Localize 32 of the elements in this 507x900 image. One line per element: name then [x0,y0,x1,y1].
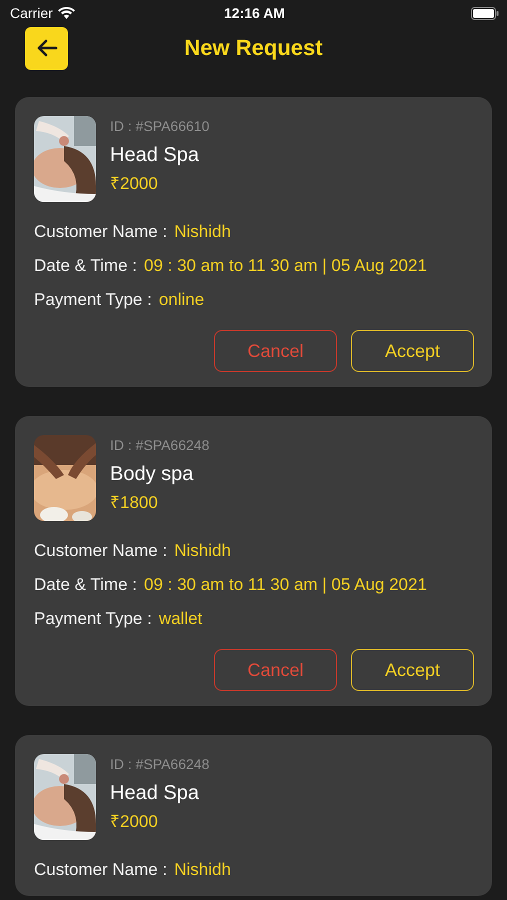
request-id: ID : #SPA66610 [110,118,210,136]
field-label: Date & Time : [34,255,137,277]
status-time: 12:16 AM [224,5,285,21]
field-label: Payment Type : [34,608,152,630]
field-value: Nishidh [174,221,231,243]
field-label: Date & Time : [34,574,137,596]
accept-button[interactable]: Accept [351,649,474,691]
service-price: ₹2000 [110,811,159,833]
wifi-icon [58,7,75,19]
service-name: Body spa [110,462,194,487]
field-label: Customer Name : [34,540,168,562]
service-name: Head Spa [110,143,200,168]
field-value: online [158,289,204,311]
field-value: Nishidh [174,859,231,881]
back-button[interactable] [25,26,68,70]
field-value: 09 : 30 am to 11 30 am | 05 Aug 2021 [144,255,427,277]
service-name: Head Spa [110,781,200,806]
field-label: Customer Name : [34,221,168,243]
service-price: ₹2000 [110,173,159,195]
service-price: ₹1800 [110,492,159,514]
page-title: New Request [184,35,323,61]
battery-icon [471,6,499,20]
field-value: wallet [158,608,202,630]
field-value: 09 : 30 am to 11 30 am | 05 Aug 2021 [144,574,427,596]
carrier-label: Carrier [10,5,53,21]
field-label: Customer Name : [34,859,168,881]
request-id: ID : #SPA66248 [110,756,210,774]
accept-button[interactable]: Accept [351,330,474,372]
field-value: Nishidh [174,540,231,562]
request-id: ID : #SPA66248 [110,437,210,455]
back-arrow-icon [36,39,58,57]
field-label: Payment Type : [34,289,152,311]
